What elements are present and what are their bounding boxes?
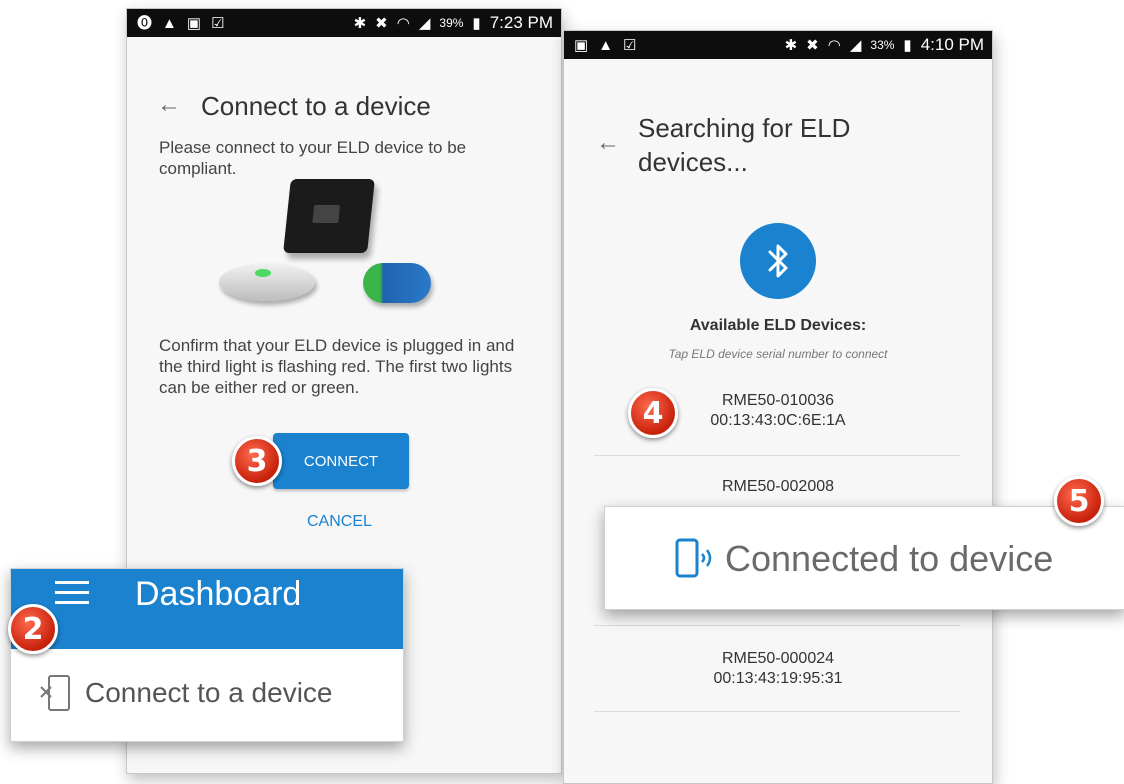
image-icon: ▣: [574, 36, 589, 54]
signal-icon: ◢: [849, 36, 862, 54]
device-mac: 00:13:43:19:95:31: [713, 670, 843, 687]
bluetooth-icon: [740, 223, 816, 299]
battery-icon: ▮: [903, 36, 912, 54]
device-disconnected-icon: [40, 675, 70, 711]
instructions-text: Confirm that your ELD device is plugged …: [159, 336, 515, 397]
warning-icon: ▲: [162, 14, 177, 32]
image-icon: ▣: [186, 14, 202, 32]
eld-pod-device: [219, 263, 315, 301]
device-serial: RME50-000024: [721, 650, 835, 667]
wifi-icon: ◠: [827, 36, 841, 54]
eld-box-device: [283, 179, 375, 253]
divider: [594, 625, 960, 626]
warning-icon: ▲: [598, 36, 614, 54]
status-bar: ▣ ▲ ☑ ✱ ✖ ◠ ◢ 33% ▮ 4:10 PM: [564, 31, 992, 59]
page-title: Connect to a device: [201, 91, 431, 121]
searching-screen: ▣ ▲ ☑ ✱ ✖ ◠ ◢ 33% ▮ 4:10 PM ← Searching …: [563, 30, 993, 784]
connected-status-callout: Connected to device: [604, 506, 1124, 610]
available-devices-hint: Tap ELD device serial number to connect: [668, 347, 888, 361]
mute-icon: ✖: [375, 14, 388, 32]
divider: [594, 455, 960, 456]
step-badge: 2: [8, 604, 58, 654]
clipboard-icon: ☑: [211, 14, 225, 32]
step-badge: 5: [1054, 476, 1104, 526]
cancel-button[interactable]: CANCEL: [307, 513, 372, 531]
battery-percent: 39%: [439, 16, 464, 30]
wifi-icon: ◠: [396, 14, 410, 32]
divider: [594, 711, 960, 712]
clock: 4:10 PM: [920, 35, 984, 54]
connected-status-label: Connected to device: [725, 538, 1054, 579]
battery-percent: 33%: [870, 38, 895, 52]
mute-icon: ✖: [806, 36, 819, 54]
menu-item-connect-device[interactable]: Connect to a device: [39, 673, 333, 713]
page-title: Searching for ELD devices...: [638, 113, 851, 177]
bluetooth-status-icon: ✱: [784, 36, 798, 54]
bluetooth-status-icon: ✱: [353, 14, 367, 32]
menu-item-label: Connect to a device: [85, 677, 333, 708]
back-arrow-icon[interactable]: ←: [157, 93, 181, 117]
battery-icon: ▮: [472, 14, 481, 32]
menu-icon[interactable]: [55, 581, 89, 611]
dashboard-menu-callout: Dashboard Connect to a device: [10, 568, 404, 742]
device-serial: RME50-002008: [721, 478, 835, 495]
alert-icon: ⓿: [137, 14, 153, 32]
available-devices-heading: Available ELD Devices:: [689, 317, 867, 334]
device-list-item[interactable]: RME50-000024 00:13:43:19:95:31: [564, 649, 992, 689]
step-badge: 3: [232, 436, 282, 486]
eld-plug-device: [363, 263, 431, 303]
clipboard-icon: ☑: [623, 36, 637, 54]
connect-button[interactable]: CONNECT: [273, 433, 409, 489]
device-list-item[interactable]: RME50-002008: [564, 477, 992, 497]
device-connected-icon: [675, 538, 712, 578]
dashboard-title: Dashboard: [135, 575, 302, 613]
description-text: Please connect to your ELD device to be …: [159, 138, 467, 178]
status-bar: ⓿ ▲ ▣ ☑ ✱ ✖ ◠ ◢ 39% ▮ 7:23 PM: [127, 9, 561, 37]
clock: 7:23 PM: [489, 13, 553, 32]
dashboard-header: Dashboard: [11, 569, 403, 649]
step-badge: 4: [628, 388, 678, 438]
signal-icon: ◢: [418, 14, 431, 32]
back-arrow-icon[interactable]: ←: [596, 131, 620, 155]
